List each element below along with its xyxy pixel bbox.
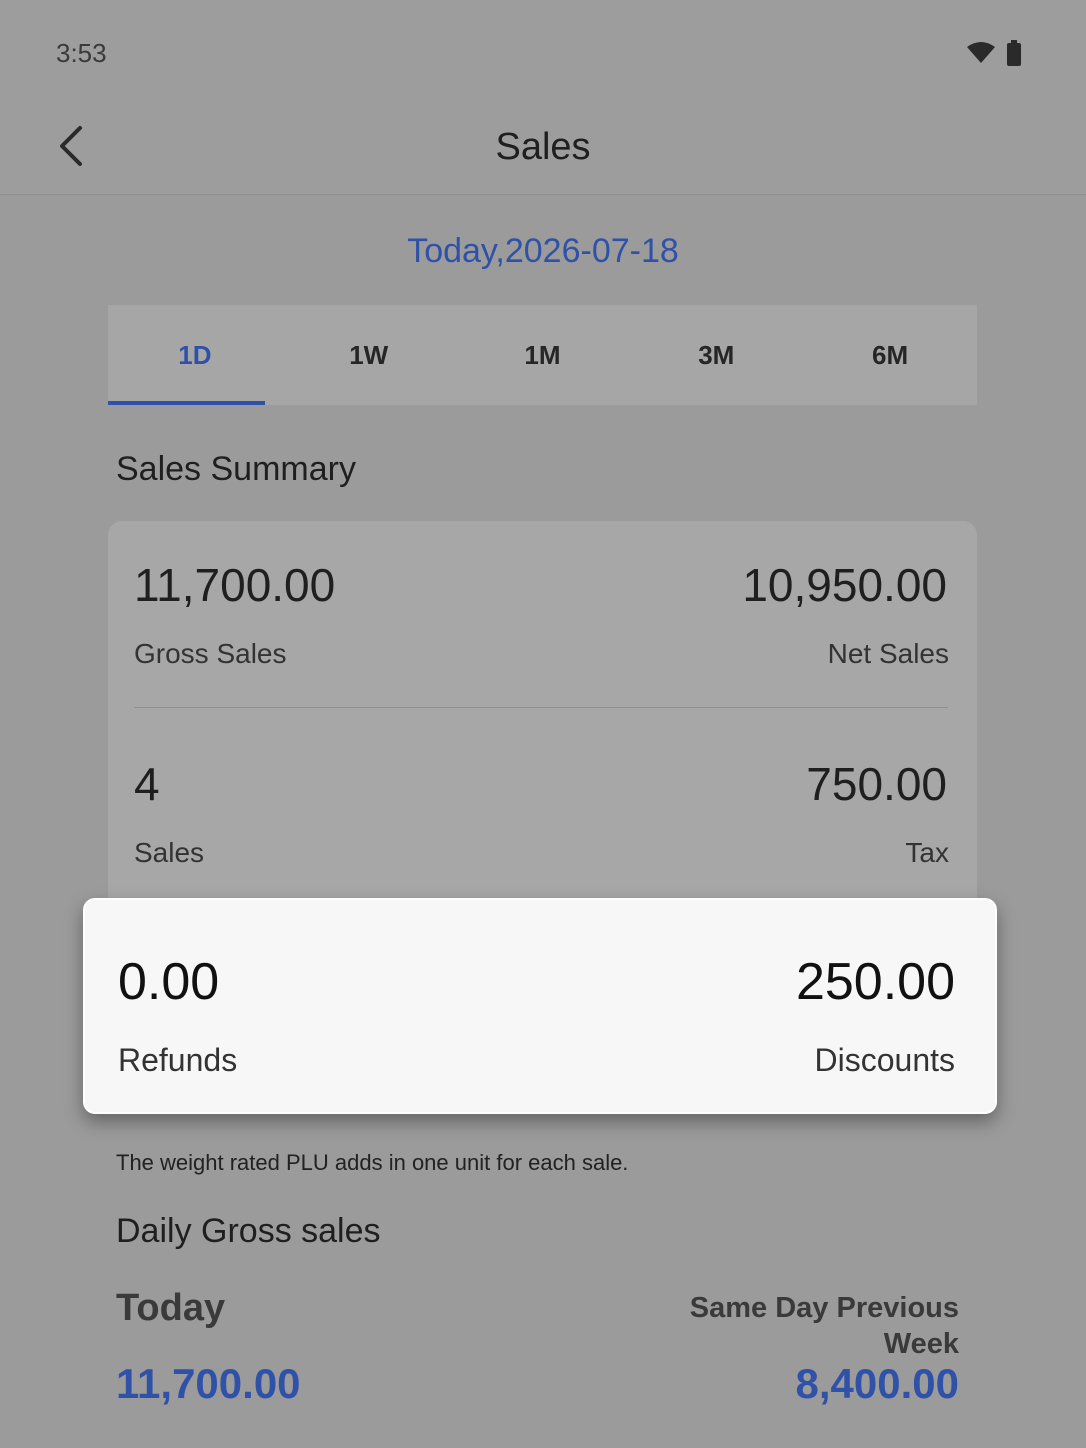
previous-week-gross-value: 8,400.00 [795, 1360, 960, 1407]
today-gross-value: 11,700.00 [116, 1360, 301, 1407]
daily-gross-title: Daily Gross sales [116, 1212, 381, 1250]
discounts-value: 250.00 [795, 953, 955, 1011]
active-tab-indicator [108, 401, 265, 405]
sales-count-label: Sales [134, 837, 205, 868]
net-sales-value: 10,950.00 [742, 559, 947, 611]
tax-label: Tax [905, 837, 949, 868]
app-bar: Sales [0, 100, 1086, 195]
discounts-label: Discounts [814, 1042, 956, 1078]
tax-value: 750.00 [806, 758, 947, 810]
refunds-value: 0.00 [118, 953, 220, 1011]
sales-count-value: 4 [134, 758, 160, 810]
previous-week-label-line2: Week [883, 1328, 959, 1360]
status-icons [966, 40, 1022, 71]
battery-icon [1006, 40, 1022, 71]
status-time: 3:53 [56, 38, 107, 68]
net-sales-label: Net Sales [827, 638, 949, 669]
gross-sales-value: 11,700.00 [134, 559, 336, 611]
period-tabs: 1D 1W 1M 3M 6M [108, 305, 977, 405]
refunds-discounts-card: 0.00 Refunds 250.00 Discounts [83, 898, 997, 1114]
wifi-icon [966, 41, 996, 70]
tab-1m[interactable]: 1M [456, 305, 630, 405]
tab-1w[interactable]: 1W [282, 305, 456, 405]
previous-week-label-line1: Same Day Previous [689, 1292, 959, 1324]
page-title: Sales [495, 126, 591, 168]
previous-week-label: Same Day Previous Week [690, 1290, 959, 1362]
gross-sales-label: Gross Sales [134, 638, 287, 669]
date-selector[interactable]: Today,2026-07-18 [0, 232, 1086, 271]
sales-summary-title: Sales Summary [116, 450, 356, 488]
summary-divider [134, 707, 948, 708]
tab-1d[interactable]: 1D [108, 305, 282, 405]
today-label: Today [116, 1287, 226, 1329]
status-bar: 3:53 [0, 0, 1086, 100]
plu-note: The weight rated PLU adds in one unit fo… [116, 1150, 629, 1175]
tab-3m[interactable]: 3M [629, 305, 803, 405]
refunds-label: Refunds [118, 1042, 238, 1078]
tab-6m[interactable]: 6M [803, 305, 977, 405]
